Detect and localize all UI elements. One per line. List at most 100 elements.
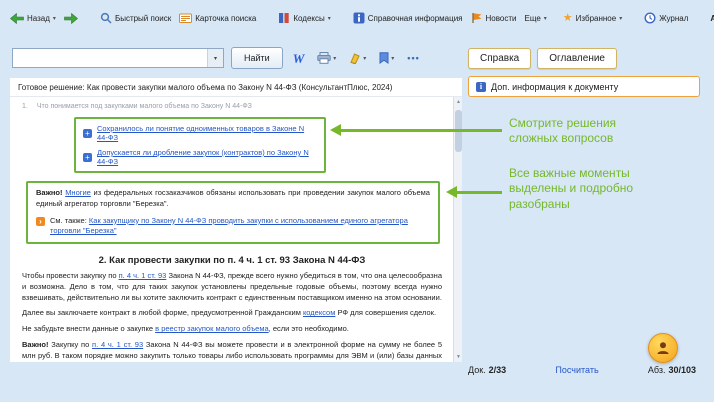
annotation-callout-questions: Смотрите решения сложных вопросов (509, 116, 617, 146)
word-icon: W (292, 50, 305, 66)
quick-search-button[interactable]: Быстрый поиск (100, 12, 171, 24)
document-title-bar: Готовое решение: Как провести закупки ма… (10, 78, 462, 97)
reference-info-label: Справочная информация (367, 13, 463, 23)
inline-link[interactable]: в реестр закупок малого объема (155, 324, 269, 333)
annotation-arrow-left-icon (446, 186, 502, 198)
quick-search-label: Быстрый поиск (114, 13, 172, 23)
search-card-button[interactable]: Карточка поиска (179, 12, 256, 24)
paragraph-text: Чтобы провести закупку по (22, 270, 119, 280)
codes-label: Кодексы (293, 13, 325, 23)
scroll-up-icon[interactable]: ▲ (454, 97, 462, 107)
find-button[interactable]: Найти (231, 47, 283, 69)
codes-button[interactable]: Кодексы ▾ (278, 12, 331, 24)
news-button[interactable]: Новости (471, 12, 516, 24)
body-paragraph: Важно! Закупку по п. 4 ч. 1 ст. 93 Закон… (22, 340, 442, 362)
search-input[interactable] (13, 49, 207, 67)
assistant-button[interactable] (648, 333, 678, 363)
reference-info-button[interactable]: Справочная информация (353, 12, 463, 24)
bookmark-dropdown-caret-icon[interactable]: ▾ (391, 55, 394, 62)
highlighted-questions-box: + Сохранилось ли понятие одноименных тов… (74, 117, 326, 173)
additional-info-button[interactable]: i Доп. информация к документу (468, 76, 700, 97)
inline-link[interactable]: п. 4 ч. 1 ст. 93 (119, 271, 167, 280)
main-toolbar: Назад ▾ Быстрый поиск Карточка поиска Ко… (10, 6, 714, 30)
count-link[interactable]: Посчитать (555, 365, 598, 375)
body-paragraph: Не забудьте внести данные о закупке в ре… (22, 324, 442, 335)
back-label: Назад (27, 13, 50, 23)
bookmark-button[interactable]: ▾ (376, 50, 397, 66)
document-scrollbar[interactable]: ▲ ▼ (453, 97, 462, 362)
question-link-row[interactable]: + Сохранилось ли понятие одноименных тов… (83, 124, 317, 142)
document-pane[interactable]: 1. Что понимается под закупками малого о… (10, 97, 462, 362)
highlight-dropdown-caret-icon[interactable]: ▾ (363, 55, 366, 62)
right-panel-tabs: Справка Оглавление (468, 48, 617, 69)
print-button[interactable]: ▾ (314, 50, 339, 66)
annotation-arrow-left-icon (330, 124, 502, 136)
back-dropdown-caret-icon[interactable]: ▾ (53, 15, 56, 22)
tab-contents[interactable]: Оглавление (537, 48, 617, 69)
doc-position-label: Док. (468, 365, 486, 375)
body-paragraph: Чтобы провести закупку по п. 4 ч. 1 ст. … (22, 271, 442, 304)
highlight-button[interactable]: ▾ (346, 50, 369, 66)
additional-info-label: Доп. информация к документу (491, 81, 619, 92)
export-word-button[interactable]: W (290, 50, 308, 67)
paragraph-text: , если это необходимо. (268, 324, 349, 334)
codes-dropdown-caret-icon[interactable]: ▾ (328, 15, 331, 22)
annotation-callout-important: Все важные моменты выделены и подробно р… (509, 166, 634, 211)
see-also-arrow-icon: › (36, 216, 45, 226)
combo-caret-icon[interactable]: ▾ (207, 49, 223, 67)
favorites-button[interactable]: ★ Избранное ▾ (563, 12, 622, 24)
search-combobox[interactable]: ▾ (12, 48, 224, 68)
tab-help-label: Справка (480, 53, 520, 64)
paragraph-position-label: Абз. (647, 365, 666, 375)
more-button[interactable]: Еще ▾ (524, 14, 546, 23)
printer-icon (317, 52, 331, 64)
forward-button[interactable] (64, 12, 78, 24)
search-icon (100, 12, 112, 24)
find-button-label: Найти (244, 53, 270, 63)
question-link[interactable]: Сохранилось ли понятие одноименных товар… (97, 124, 317, 142)
section-heading: 2. Как провести закупки по п. 4 ч. 1 ст.… (98, 254, 366, 266)
see-also-row[interactable]: › См. также: Как закупщику по Закону N 4… (36, 216, 430, 237)
see-also-text: См. также: Как закупщику по Закону N 44-… (50, 216, 430, 237)
question-link-row[interactable]: + Допускается ли дробление закупок (конт… (83, 148, 317, 166)
search-card-label: Карточка поиска (195, 13, 257, 23)
important-link[interactable]: Многие (65, 188, 91, 197)
forward-arrow-icon (64, 12, 78, 24)
collapsed-section-number: 1. (22, 103, 28, 110)
more-tools-button[interactable]: ••• (404, 51, 422, 65)
more-label: Еще (524, 13, 541, 23)
collapsed-section-text: Что понимается под закупками малого объе… (36, 103, 252, 110)
journal-button[interactable]: Журнал (644, 12, 688, 24)
tab-help[interactable]: Справка (468, 48, 532, 69)
inline-link[interactable]: кодексом (303, 308, 335, 317)
scroll-down-icon[interactable]: ▼ (454, 352, 462, 362)
important-paragraph: Важно! Многие из федеральных госзаказчик… (36, 188, 430, 210)
clock-icon (644, 12, 656, 24)
books-icon (279, 13, 290, 23)
inline-link[interactable]: п. 4 ч. 1 ст. 93 (92, 340, 143, 349)
status-bar: Док. 2/33 Посчитать Абз. 30/103 (468, 365, 696, 375)
plus-icon: + (83, 152, 92, 162)
paragraph-text: Закупку по (48, 340, 93, 350)
journal-label: Журнал (659, 13, 689, 23)
back-button[interactable]: Назад ▾ (10, 12, 56, 24)
assistant-person-icon (657, 342, 669, 354)
paragraph-text: РФ для совершения сделок. (335, 308, 437, 318)
font-decrease-button[interactable]: А- (710, 14, 714, 23)
body-paragraph: Далее вы заключаете контракт в любой фор… (22, 308, 442, 319)
more-dropdown-caret-icon: ▾ (543, 15, 547, 22)
question-link[interactable]: Допускается ли дробление закупок (контра… (97, 148, 317, 166)
doc-position-value: 2/33 (488, 365, 507, 375)
plus-icon: + (83, 128, 92, 138)
paragraph-position: Абз. 30/103 (648, 365, 696, 375)
bookmark-icon (379, 52, 389, 64)
back-arrow-icon (10, 12, 24, 24)
important-note-box: Важно! Многие из федеральных госзаказчик… (26, 181, 440, 244)
print-dropdown-caret-icon[interactable]: ▾ (333, 55, 336, 62)
ellipsis-icon: ••• (407, 53, 420, 63)
favorites-label: Избранное (575, 13, 617, 23)
collapsed-section-heading[interactable]: 1. Что понимается под закупками малого о… (22, 103, 442, 110)
see-also-link[interactable]: Как закупщику по Закону N 44-ФЗ проводит… (50, 216, 408, 236)
important-label: Важно! (36, 188, 63, 197)
search-toolbar: ▾ Найти W ▾ ▾ ▾ ••• (12, 46, 423, 70)
